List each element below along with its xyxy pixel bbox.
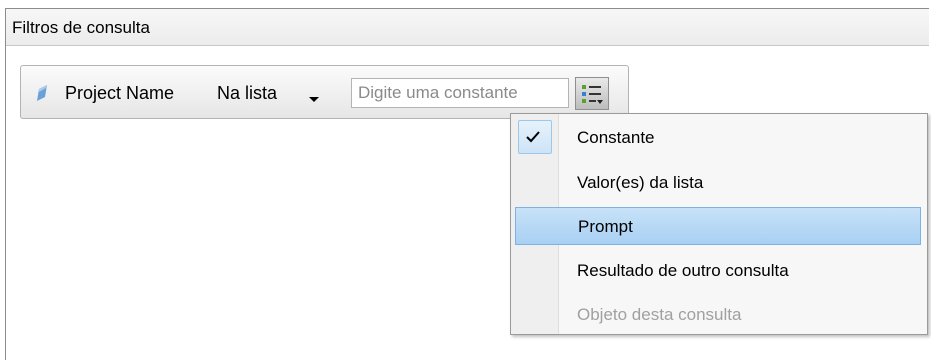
menu-item-label: Prompt bbox=[578, 217, 633, 236]
chevron-down-icon[interactable] bbox=[309, 97, 319, 102]
panel-header: Filtros de consulta bbox=[6, 9, 929, 46]
menu-item-label: Resultado de outro consulta bbox=[577, 261, 789, 280]
menu-item-label: Constante bbox=[577, 128, 655, 147]
filter-operator[interactable]: Na lista bbox=[217, 83, 277, 104]
checkmark-icon bbox=[526, 131, 540, 143]
list-menu-icon bbox=[582, 85, 603, 104]
filter-object-name[interactable]: Project Name bbox=[65, 83, 174, 104]
menu-item-prompt[interactable]: Prompt bbox=[515, 207, 921, 245]
menu-item-label: Objeto desta consulta bbox=[577, 305, 742, 324]
menu-item-object-from-query: Objeto desta consulta bbox=[515, 296, 921, 334]
operand-type-menu: Constante Valor(es) da lista Prompt Resu… bbox=[510, 113, 928, 335]
menu-item-label: Valor(es) da lista bbox=[577, 173, 704, 192]
menu-item-other-query-result[interactable]: Resultado de outro consulta bbox=[515, 252, 921, 290]
operand-type-button[interactable] bbox=[575, 77, 609, 110]
filter-condition[interactable]: Project Name Na lista bbox=[20, 65, 629, 119]
dimension-object-icon bbox=[37, 85, 47, 101]
menu-item-constant[interactable]: Constante bbox=[515, 119, 921, 157]
menu-item-list-values[interactable]: Valor(es) da lista bbox=[515, 164, 921, 202]
panel-title: Filtros de consulta bbox=[12, 18, 150, 37]
constant-input[interactable] bbox=[351, 78, 569, 108]
